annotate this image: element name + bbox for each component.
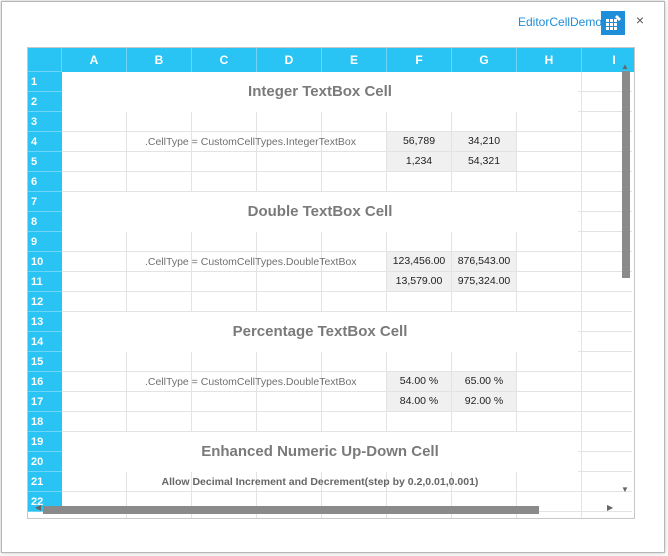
value-cell-integer[interactable]: 56,789	[387, 132, 451, 151]
row-header-12[interactable]: 12	[28, 292, 62, 312]
scroll-up-icon[interactable]: ▲	[621, 62, 629, 71]
value-cell-double[interactable]: 975,324.00	[452, 272, 516, 291]
celltype-label-integer: .CellType = CustomCellTypes.IntegerTextB…	[145, 136, 356, 148]
value-cell-double[interactable]: 123,456.00	[387, 252, 451, 271]
row-header-7[interactable]: 7	[28, 192, 62, 212]
row-header-9[interactable]: 9	[28, 232, 62, 252]
section-subtitle-updown: Allow Decimal Increment and Decrement(st…	[161, 476, 479, 488]
row-header-13[interactable]: 13	[28, 312, 62, 332]
horizontal-scrollbar[interactable]: ◀ ▶	[35, 503, 618, 516]
scroll-left-icon[interactable]: ◀	[35, 503, 41, 512]
row-header-2[interactable]: 2	[28, 92, 62, 112]
value-cell-integer[interactable]: 1,234	[387, 152, 451, 171]
value-cell-integer[interactable]: 34,210	[452, 132, 516, 151]
row-header-4[interactable]: 4	[28, 132, 62, 152]
row-header-10[interactable]: 10	[28, 252, 62, 272]
grid-hline	[62, 171, 632, 172]
column-header-b[interactable]: B	[127, 48, 192, 72]
value-cell-integer[interactable]: 54,321	[452, 152, 516, 171]
row-header-5[interactable]: 5	[28, 152, 62, 172]
grid-hline	[62, 411, 632, 412]
value-cell-double[interactable]: 876,543.00	[452, 252, 516, 271]
column-header-h[interactable]: H	[517, 48, 582, 72]
scroll-down-icon[interactable]: ▼	[621, 485, 629, 494]
row-header-20[interactable]: 20	[28, 452, 62, 472]
value-cell-percentage[interactable]: 84.00 %	[387, 392, 451, 411]
section-title-updown: Enhanced Numeric Up-Down Cell	[62, 432, 578, 472]
column-header-f[interactable]: F	[387, 48, 452, 72]
celltype-label-percentage: .CellType = CustomCellTypes.DoubleTextBo…	[145, 376, 357, 388]
row-header-17[interactable]: 17	[28, 392, 62, 412]
row-header-3[interactable]: 3	[28, 112, 62, 132]
row-header-1[interactable]: 1	[28, 72, 62, 92]
column-header-d[interactable]: D	[257, 48, 322, 72]
grid-edit-icon[interactable]	[601, 11, 625, 35]
value-cell-double[interactable]: 13,579.00	[387, 272, 451, 291]
section-title-percentage: Percentage TextBox Cell	[62, 312, 578, 352]
row-header-19[interactable]: 19	[28, 432, 62, 452]
row-header-11[interactable]: 11	[28, 272, 62, 292]
grid-hline	[62, 291, 632, 292]
row-header-21[interactable]: 21	[28, 472, 62, 492]
vertical-scroll-thumb[interactable]	[622, 71, 630, 278]
row-header-8[interactable]: 8	[28, 212, 62, 232]
vertical-scrollbar[interactable]: ▲ ▼	[619, 62, 632, 494]
close-button[interactable]: ×	[633, 12, 647, 28]
row-header-16[interactable]: 16	[28, 372, 62, 392]
select-all-corner[interactable]	[28, 48, 62, 72]
row-header-14[interactable]: 14	[28, 332, 62, 352]
column-header-e[interactable]: E	[322, 48, 387, 72]
value-cell-percentage[interactable]: 92.00 %	[452, 392, 516, 411]
column-header-g[interactable]: G	[452, 48, 517, 72]
row-header-15[interactable]: 15	[28, 352, 62, 372]
column-header-a[interactable]: A	[62, 48, 127, 72]
value-cell-percentage[interactable]: 65.00 %	[452, 372, 516, 391]
section-title-double: Double TextBox Cell	[62, 192, 578, 232]
spreadsheet-grid[interactable]: A B C D E F G H I 1 2 3 4 5 6 7 8 9 10 11 12 13 14 15 16 17 18 19 20…	[27, 47, 635, 519]
row-header-18[interactable]: 18	[28, 412, 62, 432]
window-title: EditorCellDemo	[518, 15, 603, 29]
scroll-right-icon[interactable]: ▶	[607, 503, 613, 512]
value-cell-percentage[interactable]: 54.00 %	[387, 372, 451, 391]
column-header-c[interactable]: C	[192, 48, 257, 72]
celltype-label-double: .CellType = CustomCellTypes.DoubleTextBo…	[145, 256, 357, 268]
horizontal-scroll-thumb[interactable]	[43, 506, 539, 514]
row-header-6[interactable]: 6	[28, 172, 62, 192]
section-title-integer: Integer TextBox Cell	[62, 72, 578, 112]
